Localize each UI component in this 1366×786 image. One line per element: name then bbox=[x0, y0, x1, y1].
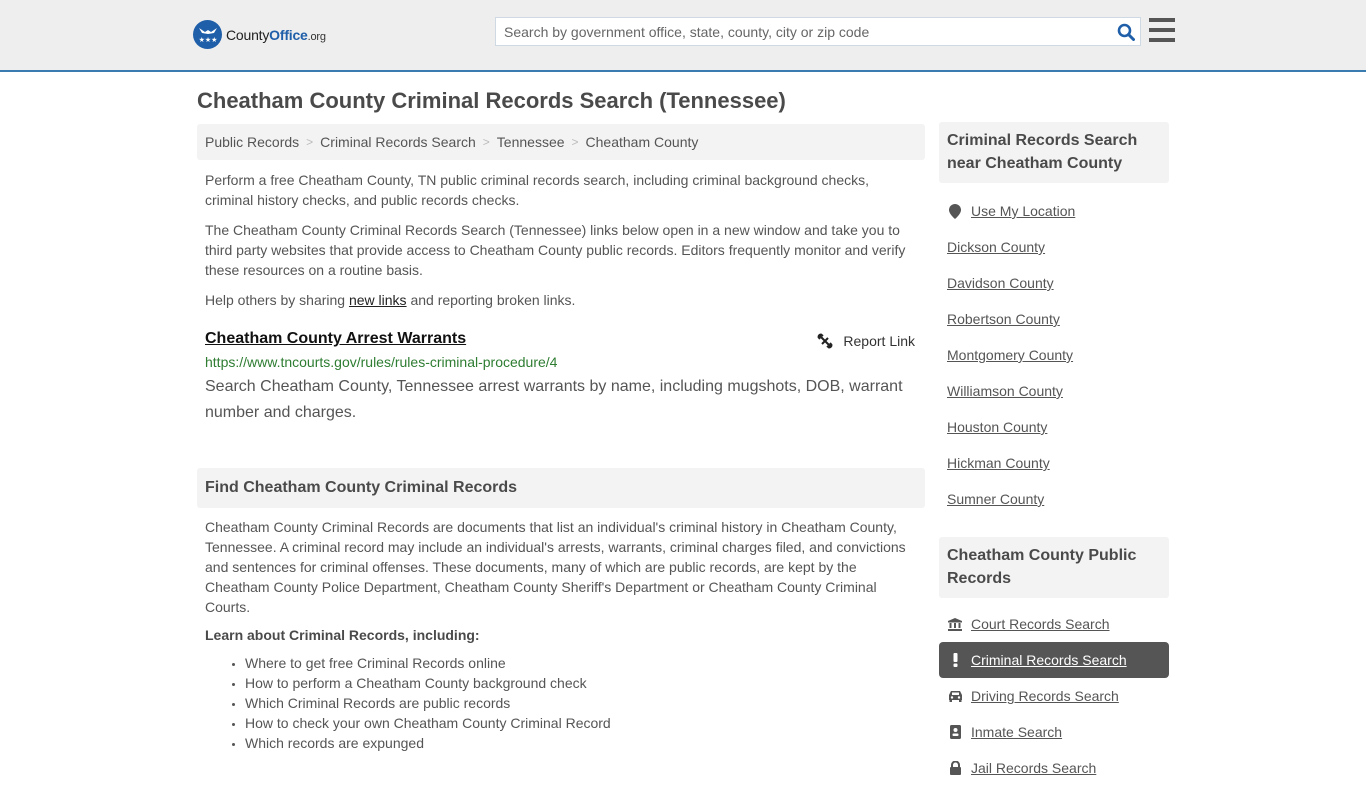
public-records-heading: Cheatham County Public Records bbox=[939, 537, 1169, 598]
nearby-county-item: Houston County bbox=[939, 409, 1169, 445]
result-item: Cheatham County Arrest Warrants Report L… bbox=[197, 330, 925, 426]
page-title: Cheatham County Criminal Records Search … bbox=[197, 88, 786, 113]
learn-list-item: How to check your own Cheatham County Cr… bbox=[245, 713, 925, 733]
nearby-county-item: Davidson County bbox=[939, 265, 1169, 301]
sidebar: Criminal Records Search near Cheatham Co… bbox=[939, 122, 1169, 786]
share-text-end: and reporting broken links. bbox=[406, 292, 576, 308]
result-url[interactable]: https://www.tncourts.gov/rules/rules-cri… bbox=[205, 354, 917, 370]
learn-list: Where to get free Criminal Records onlin… bbox=[197, 653, 925, 753]
nearby-heading: Criminal Records Search near Cheatham Co… bbox=[939, 122, 1169, 183]
learn-list-item: How to perform a Cheatham County backgro… bbox=[245, 673, 925, 693]
breadcrumb-separator: > bbox=[306, 135, 314, 149]
courthouse-icon bbox=[947, 617, 963, 631]
public-records-item: Inmate Search bbox=[939, 714, 1169, 750]
broken-link-icon bbox=[817, 333, 833, 349]
new-links-link[interactable]: new links bbox=[349, 292, 407, 308]
id-badge-icon bbox=[947, 725, 963, 739]
public-records-item-active: Criminal Records Search bbox=[939, 642, 1169, 678]
search-bar bbox=[495, 17, 1141, 46]
county-link-montgomery[interactable]: Montgomery County bbox=[947, 347, 1073, 363]
report-link-button[interactable]: Report Link bbox=[817, 333, 915, 349]
criminal-records-link[interactable]: Criminal Records Search bbox=[971, 652, 1127, 668]
menu-bar bbox=[1149, 28, 1175, 32]
breadcrumb-separator: > bbox=[482, 135, 490, 149]
site-logo[interactable]: ★★★ CountyOffice.org bbox=[193, 20, 326, 49]
search-input[interactable] bbox=[496, 18, 1112, 45]
county-link-sumner[interactable]: Sumner County bbox=[947, 491, 1044, 507]
report-link-label: Report Link bbox=[843, 333, 915, 349]
nearby-county-item: Williamson County bbox=[939, 373, 1169, 409]
search-button[interactable] bbox=[1112, 18, 1140, 45]
eagle-logo-icon: ★★★ bbox=[193, 20, 222, 49]
disclaimer-paragraph: The Cheatham County Criminal Records Sea… bbox=[205, 222, 906, 278]
jail-records-link[interactable]: Jail Records Search bbox=[971, 760, 1096, 776]
map-pin-icon bbox=[947, 203, 963, 219]
hamburger-menu-icon[interactable] bbox=[1149, 18, 1175, 42]
logo-wordmark: CountyOffice.org bbox=[226, 26, 326, 43]
share-text: Help others by sharing bbox=[205, 292, 349, 308]
county-link-robertson[interactable]: Robertson County bbox=[947, 311, 1060, 327]
public-records-item: Jail Records Search bbox=[939, 750, 1169, 786]
svg-text:★★★: ★★★ bbox=[198, 36, 217, 44]
breadcrumb-separator: > bbox=[571, 135, 579, 149]
find-records-heading: Find Cheatham County Criminal Records bbox=[197, 468, 925, 508]
car-icon bbox=[947, 690, 963, 702]
nearby-county-item: Robertson County bbox=[939, 301, 1169, 337]
result-description: Search Cheatham County, Tennessee arrest… bbox=[205, 378, 903, 421]
share-links-paragraph: Help others by sharing new links and rep… bbox=[197, 290, 925, 310]
driving-records-link[interactable]: Driving Records Search bbox=[971, 688, 1119, 704]
main-content: Public Records > Criminal Records Search… bbox=[197, 124, 925, 753]
result-title-link[interactable]: Cheatham County Arrest Warrants bbox=[205, 330, 466, 348]
inmate-search-link[interactable]: Inmate Search bbox=[971, 724, 1062, 740]
nearby-county-list: Use My Location Dickson County Davidson … bbox=[939, 193, 1169, 517]
search-icon bbox=[1117, 23, 1135, 41]
county-link-williamson[interactable]: Williamson County bbox=[947, 383, 1063, 399]
public-records-item: Court Records Search bbox=[939, 606, 1169, 642]
breadcrumb-public-records[interactable]: Public Records bbox=[205, 134, 299, 150]
breadcrumb-cheatham-county[interactable]: Cheatham County bbox=[586, 134, 699, 150]
learn-list-item: Which Criminal Records are public record… bbox=[245, 693, 925, 713]
county-link-hickman[interactable]: Hickman County bbox=[947, 455, 1050, 471]
use-my-location-link[interactable]: Use My Location bbox=[971, 203, 1075, 219]
breadcrumb-criminal-records-search[interactable]: Criminal Records Search bbox=[320, 134, 476, 150]
nearby-county-item: Montgomery County bbox=[939, 337, 1169, 373]
nearby-county-item: Dickson County bbox=[939, 229, 1169, 265]
court-records-link[interactable]: Court Records Search bbox=[971, 616, 1110, 632]
county-link-houston[interactable]: Houston County bbox=[947, 419, 1047, 435]
county-link-davidson[interactable]: Davidson County bbox=[947, 275, 1054, 291]
lock-icon bbox=[947, 761, 963, 775]
use-location-item: Use My Location bbox=[939, 193, 1169, 229]
learn-list-item: Which records are expunged bbox=[245, 733, 925, 753]
public-records-list: Court Records Search Criminal Records Se… bbox=[939, 606, 1169, 786]
learn-list-item: Where to get free Criminal Records onlin… bbox=[245, 653, 925, 673]
menu-bar bbox=[1149, 18, 1175, 22]
intro-paragraph: Perform a free Cheatham County, TN publi… bbox=[205, 172, 869, 208]
county-link-dickson[interactable]: Dickson County bbox=[947, 239, 1045, 255]
site-header: ★★★ CountyOffice.org bbox=[0, 0, 1366, 72]
exclamation-icon bbox=[947, 653, 963, 667]
find-records-body: Cheatham County Criminal Records are doc… bbox=[205, 519, 906, 615]
breadcrumb-tennessee[interactable]: Tennessee bbox=[497, 134, 565, 150]
public-records-item: Driving Records Search bbox=[939, 678, 1169, 714]
learn-heading: Learn about Criminal Records, including: bbox=[205, 627, 480, 643]
nearby-county-item: Sumner County bbox=[939, 481, 1169, 517]
nearby-county-item: Hickman County bbox=[939, 445, 1169, 481]
menu-bar bbox=[1149, 38, 1175, 42]
breadcrumb: Public Records > Criminal Records Search… bbox=[197, 124, 925, 160]
